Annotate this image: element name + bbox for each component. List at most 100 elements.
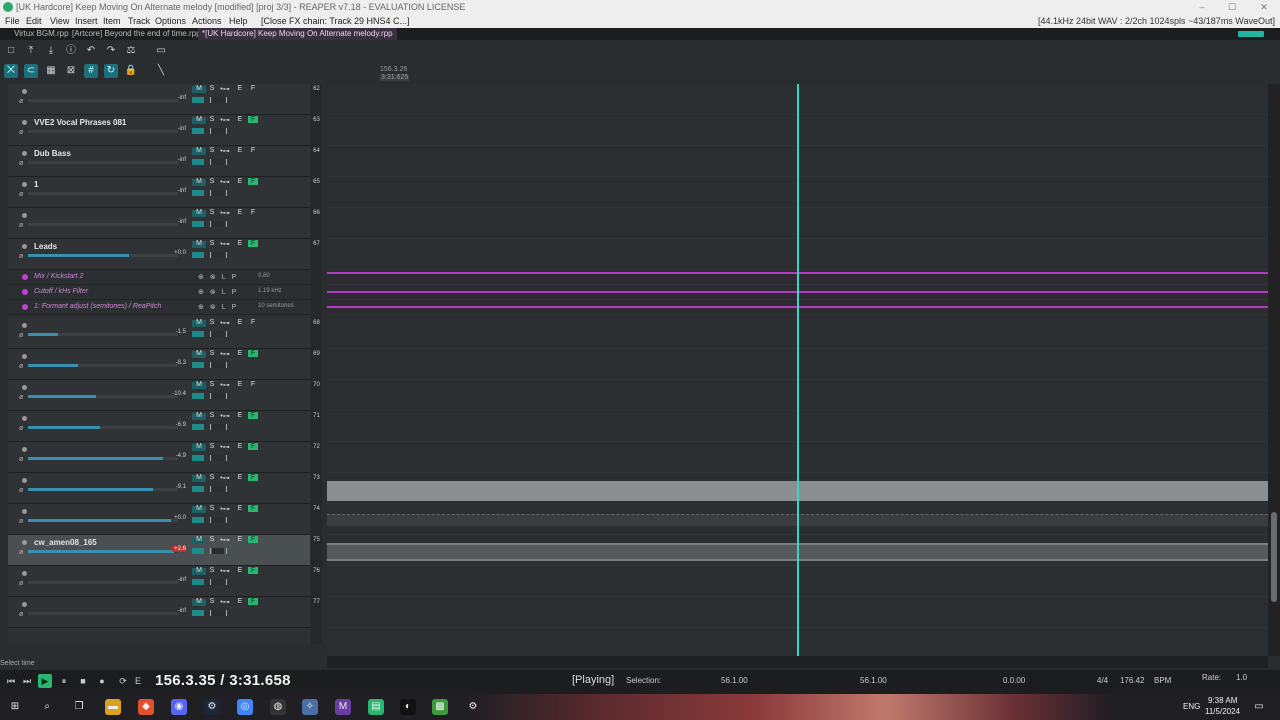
fx-button[interactable]: F <box>248 381 258 388</box>
envelope-lane-header[interactable]: Mix / Kickstart 2 ⊕⊗LP 0.80 <box>8 270 310 285</box>
track-row[interactable]: ø -1.5 M S •⊶ E F <box>8 318 310 349</box>
fx-button[interactable]: F <box>248 412 258 419</box>
track-row[interactable]: ø -inf M S •⊶ E F <box>8 84 310 115</box>
phase-invert-icon[interactable]: ø <box>19 160 23 167</box>
record-arm-icon[interactable] <box>22 447 27 452</box>
minecraft-icon[interactable]: ▩ <box>432 699 448 715</box>
track-name[interactable]: 1 <box>34 180 38 189</box>
io-routing-button[interactable]: •⊶ <box>220 443 230 451</box>
phase-invert-icon[interactable]: ø <box>19 580 23 587</box>
track-number[interactable]: 71 <box>311 413 322 419</box>
menu-actions[interactable]: Actions <box>192 15 222 28</box>
menu-options[interactable]: Options <box>155 15 186 28</box>
pan-width-controls[interactable] <box>192 97 252 103</box>
auto-crossfade-icon[interactable]: ⊠ <box>64 64 78 78</box>
fx-button[interactable]: F <box>248 85 258 92</box>
io-routing-button[interactable]: •⊶ <box>220 209 230 217</box>
track-number[interactable]: 76 <box>311 568 322 574</box>
music-app-icon[interactable]: M <box>335 699 351 715</box>
track-row[interactable]: ø -inf M S •⊶ E F <box>8 208 310 239</box>
phase-invert-icon[interactable]: ø <box>19 129 23 136</box>
pan-width-controls[interactable] <box>192 159 252 165</box>
envelope-button[interactable]: E <box>235 443 245 450</box>
envelope-button[interactable]: E <box>235 240 245 247</box>
timeline-ruler[interactable]: 156.3.26 3:31.625 <box>322 40 1280 84</box>
phase-invert-icon[interactable]: ø <box>19 487 23 494</box>
envelope-lane-header[interactable]: 1: Formant adjust (semitones) / ReaPitch… <box>8 300 310 315</box>
volume-value[interactable]: -4.9 <box>158 453 186 459</box>
envelope-button[interactable]: E <box>235 412 245 419</box>
record-arm-icon[interactable] <box>22 540 27 545</box>
io-routing-button[interactable]: •⊶ <box>220 350 230 358</box>
pan-width-controls[interactable] <box>192 221 252 227</box>
clock-time[interactable]: 9:38 AM <box>1208 696 1237 705</box>
envelope-button[interactable]: E <box>235 598 245 605</box>
time-signature[interactable]: 4/4 <box>1097 676 1108 685</box>
go-to-start-icon[interactable]: ⏮ <box>4 674 18 688</box>
phase-invert-icon[interactable]: ø <box>19 611 23 618</box>
maximize-button[interactable]: ☐ <box>1218 0 1246 15</box>
io-routing-button[interactable]: •⊶ <box>220 240 230 248</box>
lock-icon[interactable]: 🔒 <box>124 64 138 78</box>
media-app-icon[interactable]: ◐ <box>400 699 416 715</box>
ripple-edit-icon[interactable]: ⊂ <box>24 64 38 78</box>
solo-button[interactable]: S <box>207 85 217 92</box>
menu-file[interactable]: File <box>5 15 20 28</box>
record-arm-icon[interactable] <box>22 385 27 390</box>
track-row[interactable]: Leads ø +0.0 M S •⊶ E F <box>8 239 310 270</box>
record-arm-icon[interactable] <box>22 89 27 94</box>
volume-value[interactable]: -10.4 <box>158 391 186 397</box>
file-explorer-icon[interactable]: ▬ <box>105 699 121 715</box>
solo-button[interactable]: S <box>207 443 217 450</box>
io-routing-button[interactable]: •⊶ <box>220 147 230 155</box>
rate-value[interactable]: 1.0 <box>1236 673 1247 682</box>
mute-button[interactable]: M <box>194 319 204 326</box>
envelope-button[interactable]: E <box>235 116 245 123</box>
pan-width-controls[interactable] <box>192 610 252 616</box>
phase-invert-icon[interactable]: ø <box>19 363 23 370</box>
selection-start[interactable]: 56.1.00 <box>721 676 748 685</box>
track-number[interactable]: 66 <box>311 210 322 216</box>
volume-fader[interactable] <box>28 254 178 257</box>
mute-button[interactable]: M <box>194 536 204 543</box>
record-arm-icon[interactable] <box>22 244 27 249</box>
envelope-button[interactable]: E <box>235 350 245 357</box>
fx-button[interactable]: F <box>248 598 258 605</box>
volume-fader[interactable] <box>28 130 178 133</box>
track-number[interactable]: 70 <box>311 382 322 388</box>
notification-icon[interactable]: ▭ <box>1251 699 1267 715</box>
fx-button[interactable]: F <box>248 178 258 185</box>
mute-button[interactable]: M <box>194 381 204 388</box>
menu-help[interactable]: Help <box>229 15 248 28</box>
play-button[interactable]: ▶ <box>38 674 52 688</box>
phase-invert-icon[interactable]: ø <box>19 222 23 229</box>
mute-button[interactable]: M <box>194 474 204 481</box>
envelope-value[interactable]: 10 semitones <box>258 303 294 309</box>
envelope-icon[interactable] <box>22 274 28 280</box>
envelope-button[interactable]: E <box>235 178 245 185</box>
volume-value[interactable]: -inf <box>158 126 186 132</box>
settings-gear-icon[interactable]: ⚙ <box>465 699 481 715</box>
record-arm-icon[interactable] <box>22 213 27 218</box>
phase-invert-icon[interactable]: ø <box>19 332 23 339</box>
repeat-toggle-icon[interactable]: ⟳ <box>116 674 130 688</box>
brave-browser-icon[interactable]: ◆ <box>138 699 154 715</box>
pan-width-controls[interactable] <box>192 252 252 258</box>
mute-button[interactable]: M <box>194 240 204 247</box>
record-arm-icon[interactable] <box>22 571 27 576</box>
track-number[interactable]: 77 <box>311 599 322 605</box>
envelope-icon[interactable] <box>22 304 28 310</box>
volume-value[interactable]: -inf <box>158 577 186 583</box>
minimize-button[interactable]: – <box>1188 0 1216 15</box>
solo-button[interactable]: S <box>207 116 217 123</box>
record-arm-icon[interactable] <box>22 416 27 421</box>
volume-fader[interactable] <box>28 364 178 367</box>
fx-button[interactable]: F <box>248 116 258 123</box>
pan-width-controls[interactable] <box>192 393 252 399</box>
mute-button[interactable]: M <box>194 598 204 605</box>
envelope-button[interactable]: E <box>235 536 245 543</box>
clock-date[interactable]: 11/5/2024 <box>1205 707 1240 716</box>
task-view-icon[interactable]: ❐ <box>71 699 87 715</box>
solo-button[interactable]: S <box>207 147 217 154</box>
solo-button[interactable]: S <box>207 474 217 481</box>
